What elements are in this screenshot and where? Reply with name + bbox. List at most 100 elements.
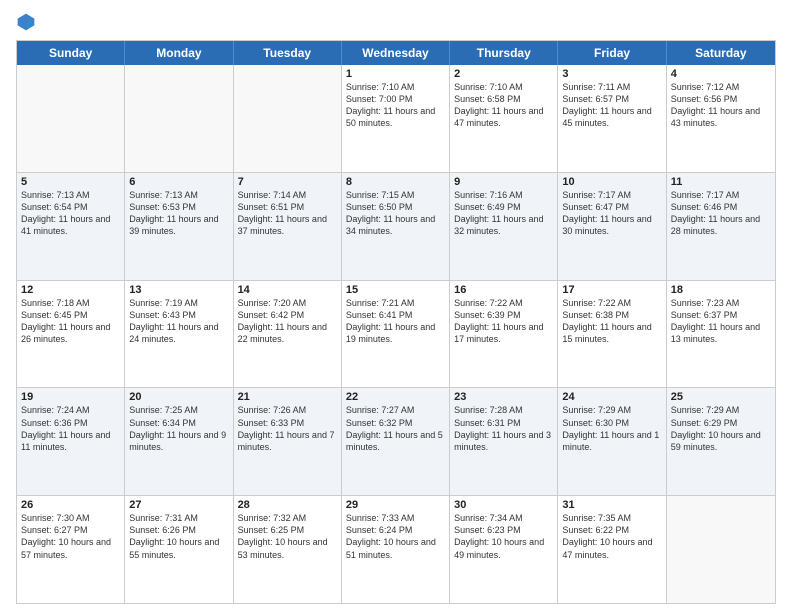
day-number: 2	[454, 68, 553, 80]
calendar-cell	[125, 65, 233, 172]
day-info: Sunrise: 7:34 AM Sunset: 6:23 PM Dayligh…	[454, 512, 553, 561]
day-number: 22	[346, 391, 445, 403]
day-number: 21	[238, 391, 337, 403]
day-info: Sunrise: 7:28 AM Sunset: 6:31 PM Dayligh…	[454, 404, 553, 453]
day-number: 6	[129, 176, 228, 188]
day-number: 5	[21, 176, 120, 188]
calendar-week-4: 19Sunrise: 7:24 AM Sunset: 6:36 PM Dayli…	[17, 388, 775, 496]
day-info: Sunrise: 7:18 AM Sunset: 6:45 PM Dayligh…	[21, 297, 120, 346]
day-info: Sunrise: 7:26 AM Sunset: 6:33 PM Dayligh…	[238, 404, 337, 453]
calendar-cell: 28Sunrise: 7:32 AM Sunset: 6:25 PM Dayli…	[234, 496, 342, 603]
day-info: Sunrise: 7:19 AM Sunset: 6:43 PM Dayligh…	[129, 297, 228, 346]
day-number: 1	[346, 68, 445, 80]
calendar-cell: 1Sunrise: 7:10 AM Sunset: 7:00 PM Daylig…	[342, 65, 450, 172]
day-info: Sunrise: 7:16 AM Sunset: 6:49 PM Dayligh…	[454, 189, 553, 238]
day-number: 11	[671, 176, 771, 188]
day-info: Sunrise: 7:22 AM Sunset: 6:38 PM Dayligh…	[562, 297, 661, 346]
calendar-cell: 11Sunrise: 7:17 AM Sunset: 6:46 PM Dayli…	[667, 173, 775, 280]
day-number: 12	[21, 284, 120, 296]
calendar-cell: 4Sunrise: 7:12 AM Sunset: 6:56 PM Daylig…	[667, 65, 775, 172]
calendar-cell: 23Sunrise: 7:28 AM Sunset: 6:31 PM Dayli…	[450, 388, 558, 495]
calendar-cell: 7Sunrise: 7:14 AM Sunset: 6:51 PM Daylig…	[234, 173, 342, 280]
calendar-cell: 3Sunrise: 7:11 AM Sunset: 6:57 PM Daylig…	[558, 65, 666, 172]
day-number: 16	[454, 284, 553, 296]
logo	[16, 12, 40, 32]
calendar-cell: 24Sunrise: 7:29 AM Sunset: 6:30 PM Dayli…	[558, 388, 666, 495]
day-info: Sunrise: 7:15 AM Sunset: 6:50 PM Dayligh…	[346, 189, 445, 238]
day-info: Sunrise: 7:25 AM Sunset: 6:34 PM Dayligh…	[129, 404, 228, 453]
day-info: Sunrise: 7:13 AM Sunset: 6:53 PM Dayligh…	[129, 189, 228, 238]
calendar-cell: 26Sunrise: 7:30 AM Sunset: 6:27 PM Dayli…	[17, 496, 125, 603]
calendar-cell: 31Sunrise: 7:35 AM Sunset: 6:22 PM Dayli…	[558, 496, 666, 603]
calendar-cell: 9Sunrise: 7:16 AM Sunset: 6:49 PM Daylig…	[450, 173, 558, 280]
header-day-thursday: Thursday	[450, 41, 558, 65]
calendar-cell: 27Sunrise: 7:31 AM Sunset: 6:26 PM Dayli…	[125, 496, 233, 603]
day-info: Sunrise: 7:29 AM Sunset: 6:29 PM Dayligh…	[671, 404, 771, 453]
day-info: Sunrise: 7:17 AM Sunset: 6:46 PM Dayligh…	[671, 189, 771, 238]
day-number: 31	[562, 499, 661, 511]
day-number: 15	[346, 284, 445, 296]
header-day-friday: Friday	[558, 41, 666, 65]
day-number: 10	[562, 176, 661, 188]
calendar-cell	[234, 65, 342, 172]
calendar-cell: 16Sunrise: 7:22 AM Sunset: 6:39 PM Dayli…	[450, 281, 558, 388]
header-day-wednesday: Wednesday	[342, 41, 450, 65]
day-number: 26	[21, 499, 120, 511]
calendar-week-3: 12Sunrise: 7:18 AM Sunset: 6:45 PM Dayli…	[17, 281, 775, 389]
general-blue-icon	[16, 12, 36, 32]
day-info: Sunrise: 7:20 AM Sunset: 6:42 PM Dayligh…	[238, 297, 337, 346]
day-info: Sunrise: 7:10 AM Sunset: 6:58 PM Dayligh…	[454, 81, 553, 130]
calendar-body: 1Sunrise: 7:10 AM Sunset: 7:00 PM Daylig…	[17, 65, 775, 603]
calendar-cell: 15Sunrise: 7:21 AM Sunset: 6:41 PM Dayli…	[342, 281, 450, 388]
day-number: 13	[129, 284, 228, 296]
day-number: 28	[238, 499, 337, 511]
calendar-cell: 10Sunrise: 7:17 AM Sunset: 6:47 PM Dayli…	[558, 173, 666, 280]
header-day-sunday: Sunday	[17, 41, 125, 65]
calendar-cell: 17Sunrise: 7:22 AM Sunset: 6:38 PM Dayli…	[558, 281, 666, 388]
day-number: 24	[562, 391, 661, 403]
day-number: 23	[454, 391, 553, 403]
calendar-header: SundayMondayTuesdayWednesdayThursdayFrid…	[17, 41, 775, 65]
day-number: 7	[238, 176, 337, 188]
calendar-cell: 12Sunrise: 7:18 AM Sunset: 6:45 PM Dayli…	[17, 281, 125, 388]
calendar-cell	[667, 496, 775, 603]
day-info: Sunrise: 7:22 AM Sunset: 6:39 PM Dayligh…	[454, 297, 553, 346]
day-info: Sunrise: 7:31 AM Sunset: 6:26 PM Dayligh…	[129, 512, 228, 561]
page: SundayMondayTuesdayWednesdayThursdayFrid…	[0, 0, 792, 612]
day-number: 17	[562, 284, 661, 296]
header-day-tuesday: Tuesday	[234, 41, 342, 65]
day-info: Sunrise: 7:21 AM Sunset: 6:41 PM Dayligh…	[346, 297, 445, 346]
calendar-week-5: 26Sunrise: 7:30 AM Sunset: 6:27 PM Dayli…	[17, 496, 775, 603]
calendar-cell: 2Sunrise: 7:10 AM Sunset: 6:58 PM Daylig…	[450, 65, 558, 172]
calendar-cell: 30Sunrise: 7:34 AM Sunset: 6:23 PM Dayli…	[450, 496, 558, 603]
calendar-cell	[17, 65, 125, 172]
day-number: 14	[238, 284, 337, 296]
day-number: 20	[129, 391, 228, 403]
day-info: Sunrise: 7:24 AM Sunset: 6:36 PM Dayligh…	[21, 404, 120, 453]
calendar-cell: 25Sunrise: 7:29 AM Sunset: 6:29 PM Dayli…	[667, 388, 775, 495]
day-info: Sunrise: 7:33 AM Sunset: 6:24 PM Dayligh…	[346, 512, 445, 561]
day-info: Sunrise: 7:27 AM Sunset: 6:32 PM Dayligh…	[346, 404, 445, 453]
calendar-cell: 29Sunrise: 7:33 AM Sunset: 6:24 PM Dayli…	[342, 496, 450, 603]
calendar-cell: 22Sunrise: 7:27 AM Sunset: 6:32 PM Dayli…	[342, 388, 450, 495]
calendar-cell: 5Sunrise: 7:13 AM Sunset: 6:54 PM Daylig…	[17, 173, 125, 280]
day-info: Sunrise: 7:32 AM Sunset: 6:25 PM Dayligh…	[238, 512, 337, 561]
day-info: Sunrise: 7:35 AM Sunset: 6:22 PM Dayligh…	[562, 512, 661, 561]
day-info: Sunrise: 7:14 AM Sunset: 6:51 PM Dayligh…	[238, 189, 337, 238]
calendar: SundayMondayTuesdayWednesdayThursdayFrid…	[16, 40, 776, 604]
day-number: 27	[129, 499, 228, 511]
day-number: 29	[346, 499, 445, 511]
calendar-cell: 6Sunrise: 7:13 AM Sunset: 6:53 PM Daylig…	[125, 173, 233, 280]
header-day-saturday: Saturday	[667, 41, 775, 65]
calendar-cell: 19Sunrise: 7:24 AM Sunset: 6:36 PM Dayli…	[17, 388, 125, 495]
calendar-cell: 21Sunrise: 7:26 AM Sunset: 6:33 PM Dayli…	[234, 388, 342, 495]
day-info: Sunrise: 7:10 AM Sunset: 7:00 PM Dayligh…	[346, 81, 445, 130]
calendar-cell: 18Sunrise: 7:23 AM Sunset: 6:37 PM Dayli…	[667, 281, 775, 388]
header	[16, 12, 776, 32]
day-number: 3	[562, 68, 661, 80]
day-info: Sunrise: 7:23 AM Sunset: 6:37 PM Dayligh…	[671, 297, 771, 346]
calendar-cell: 20Sunrise: 7:25 AM Sunset: 6:34 PM Dayli…	[125, 388, 233, 495]
day-number: 18	[671, 284, 771, 296]
day-info: Sunrise: 7:17 AM Sunset: 6:47 PM Dayligh…	[562, 189, 661, 238]
day-number: 8	[346, 176, 445, 188]
